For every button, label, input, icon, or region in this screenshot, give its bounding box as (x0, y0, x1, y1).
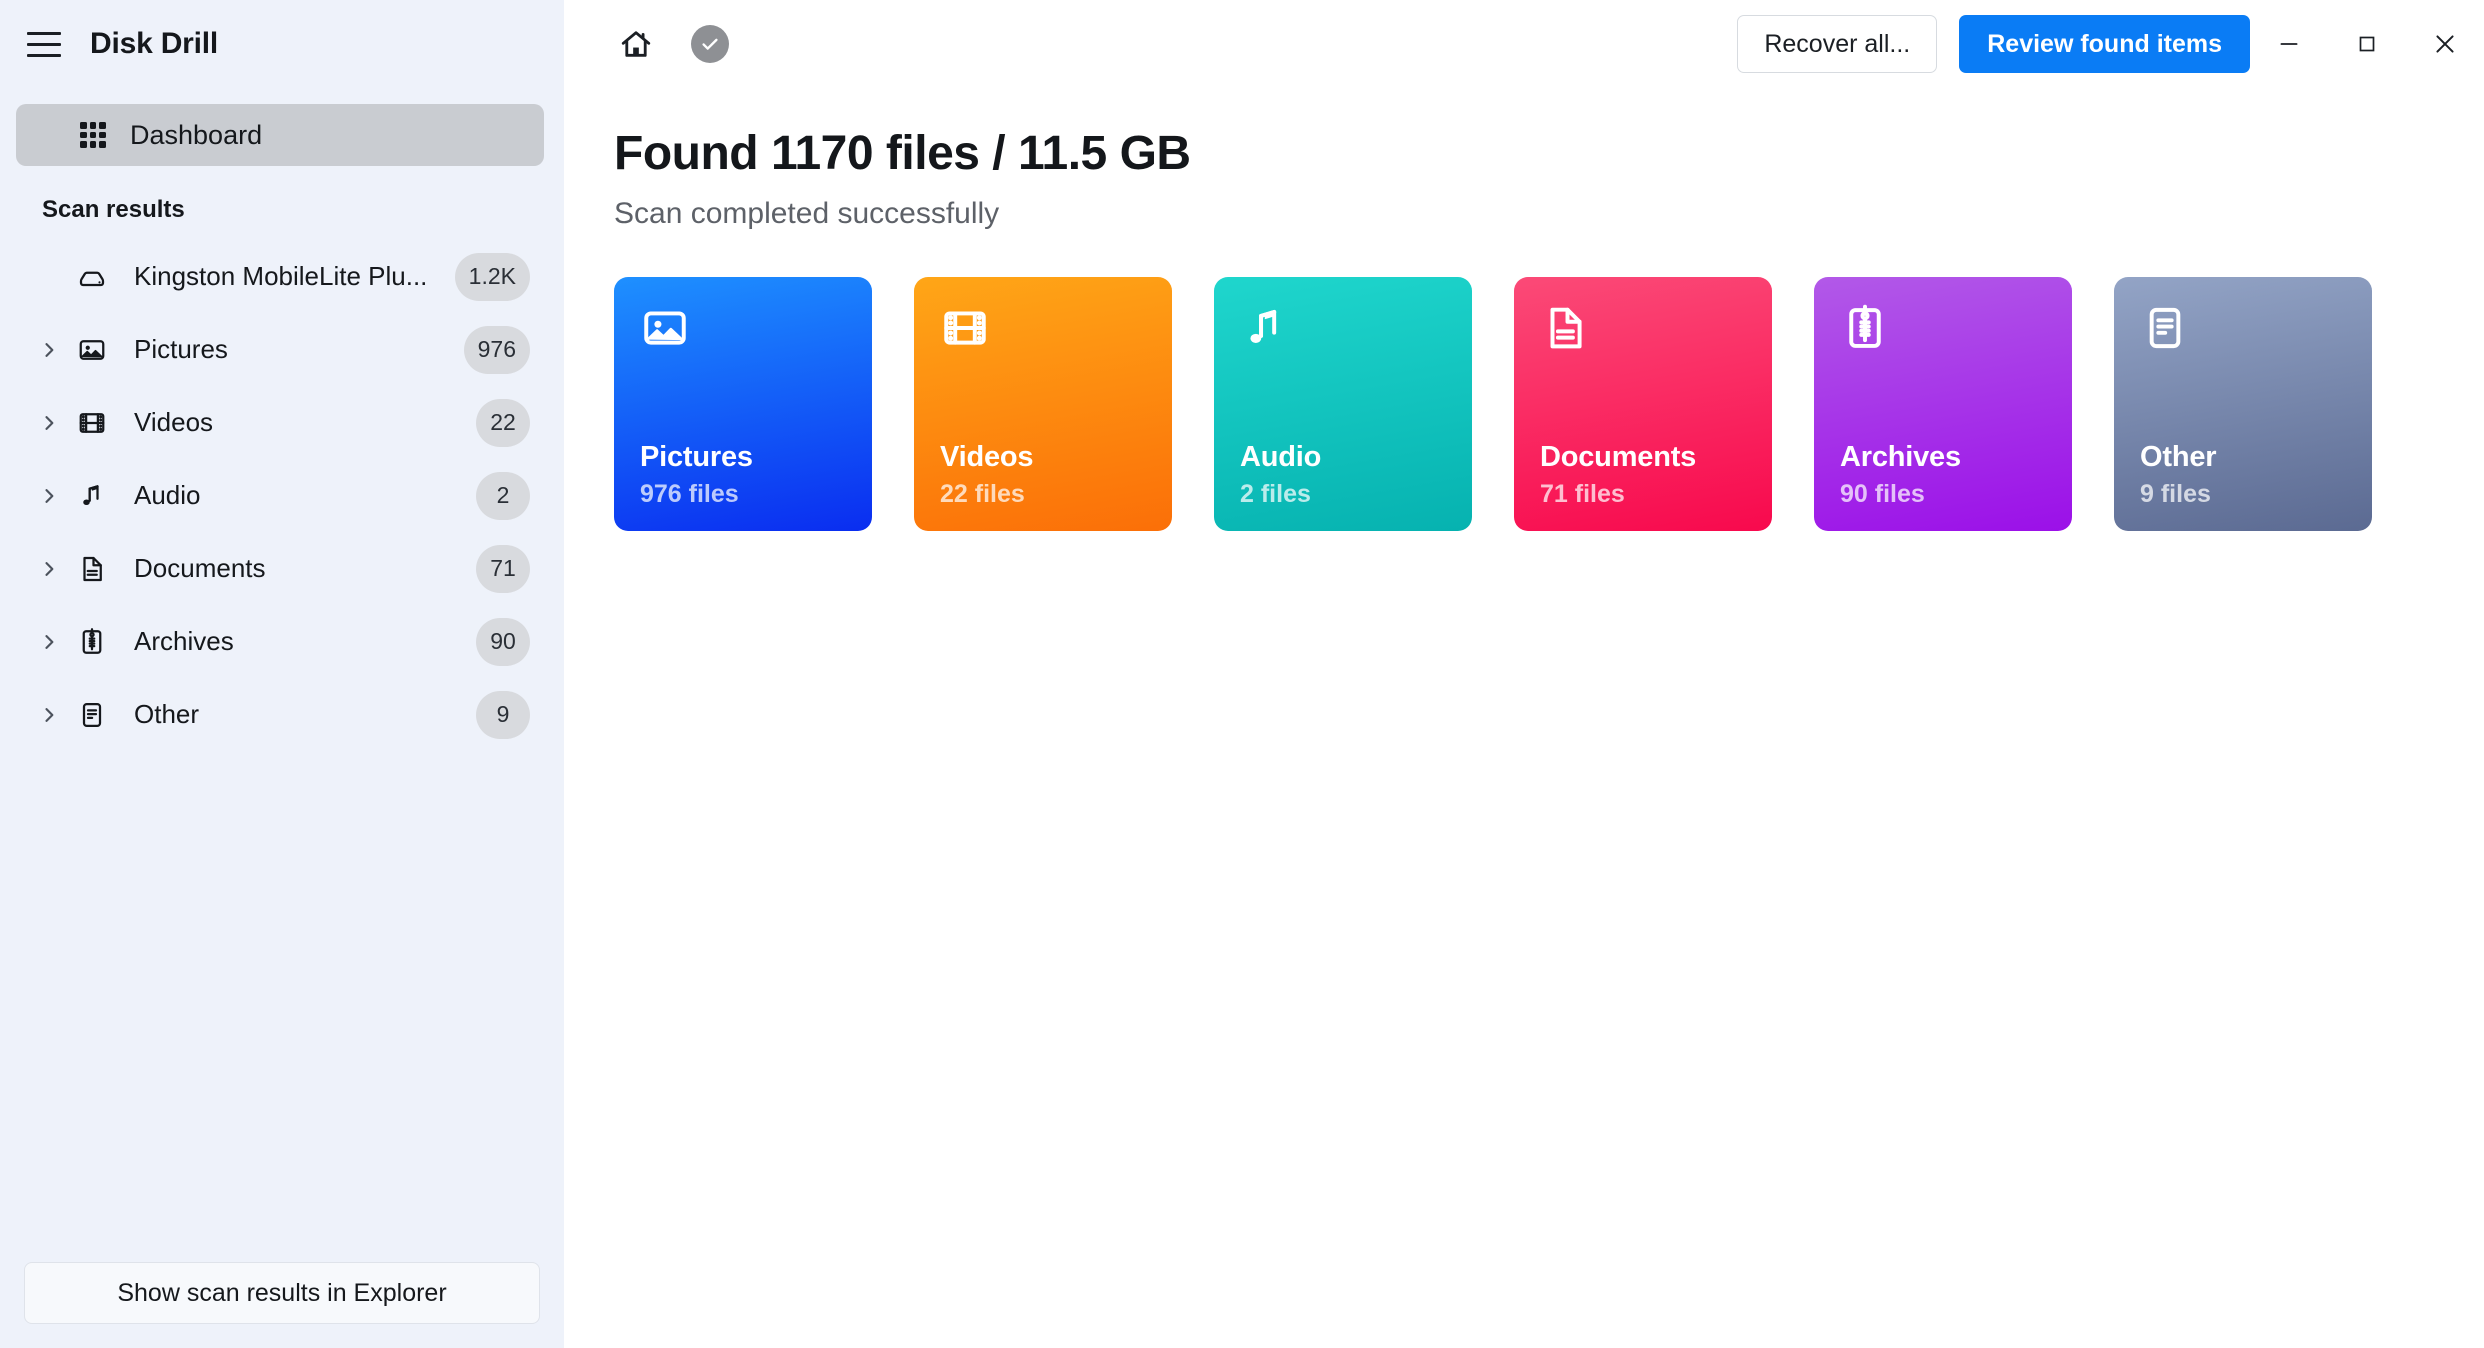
card-title: Pictures (640, 440, 753, 473)
dashboard-panel: Found 1170 files / 11.5 GB Scan complete… (564, 88, 2484, 531)
card-file-count: 9 files (2140, 479, 2211, 508)
check-circle-icon (691, 25, 729, 63)
sidebar-item-label: Other (134, 699, 200, 729)
card-title: Videos (940, 440, 1034, 473)
sidebar-item-audio[interactable]: Audio 2 (0, 459, 564, 532)
item-count-badge: 976 (463, 325, 530, 374)
item-count-badge: 71 (476, 544, 530, 593)
category-card-audio[interactable]: Audio 2 files (1214, 276, 1472, 531)
card-spacer (1840, 357, 2072, 441)
page-title: Found 1170 files / 11.5 GB (614, 127, 1191, 180)
toolbar-right: Recover all... Review found items (1737, 11, 2484, 77)
category-card-archives[interactable]: Archives 90 files (1814, 276, 2072, 531)
item-count-badge: 22 (476, 398, 530, 447)
film-icon (940, 303, 994, 357)
card-file-count: 71 files (1540, 479, 1625, 508)
item-count-badge: 9 (476, 690, 530, 739)
image-icon (70, 335, 114, 365)
chevron-right-icon[interactable] (36, 705, 62, 725)
card-file-count: 976 files (640, 479, 739, 508)
hamburger-icon[interactable] (24, 24, 64, 64)
category-card-grid: Pictures 976 files Videos 22 files Audio 2 fi… (614, 276, 2484, 531)
sidebar-item-label: Pictures (134, 334, 228, 364)
recover-all-button[interactable]: Recover all... (1737, 15, 1938, 73)
show-in-explorer-button[interactable]: Show scan results in Explorer (24, 1262, 540, 1324)
sidebar-item-label: Dashboard (130, 119, 263, 150)
chevron-right-icon[interactable] (36, 486, 62, 506)
disk-icon (70, 262, 114, 292)
grid-icon (80, 122, 106, 148)
category-card-other[interactable]: Other 9 files (2114, 276, 2372, 531)
review-found-items-button[interactable]: Review found items (1959, 15, 2250, 73)
scan-results-tree: Kingston MobileLite Plu... 1.2K Pictures 97… (0, 240, 564, 751)
category-card-pictures[interactable]: Pictures 976 files (614, 276, 872, 531)
scan-results-heading: Scan results (42, 196, 185, 223)
item-count-badge: 2 (476, 471, 530, 520)
card-file-count: 2 files (1240, 479, 1311, 508)
card-spacer (940, 357, 1172, 441)
minimize-button[interactable] (2250, 11, 2328, 77)
card-file-count: 90 files (1840, 479, 1925, 508)
item-count-badge: 90 (476, 617, 530, 666)
card-spacer (1540, 357, 1772, 441)
film-icon (70, 408, 114, 438)
file-lines-icon (2140, 303, 2194, 357)
card-spacer (2140, 357, 2372, 441)
music-note-icon (1240, 303, 1294, 357)
scan-status-icon-wrap[interactable] (688, 22, 732, 66)
close-button[interactable] (2406, 11, 2484, 77)
chevron-right-icon[interactable] (36, 632, 62, 652)
chevron-right-icon[interactable] (36, 559, 62, 579)
music-note-icon (70, 481, 114, 511)
main-content: Recover all... Review found items Found … (564, 0, 2484, 1348)
sidebar-item-other[interactable]: Other 9 (0, 678, 564, 751)
sidebar-item-label: Documents (134, 553, 266, 583)
page-subtitle: Scan completed successfully (614, 196, 1000, 230)
sidebar-item-videos[interactable]: Videos 22 (0, 386, 564, 459)
image-icon (640, 303, 694, 357)
card-spacer (640, 357, 872, 441)
sidebar: Disk Drill Dashboard Scan results Kingst… (0, 0, 564, 1348)
chevron-right-icon[interactable] (36, 413, 62, 433)
zip-icon (1840, 303, 1894, 357)
document-icon (1540, 303, 1594, 357)
sidebar-item-archives[interactable]: Archives 90 (0, 605, 564, 678)
sidebar-footer: Show scan results in Explorer (0, 1262, 564, 1348)
sidebar-header: Disk Drill (0, 0, 564, 88)
home-icon[interactable] (614, 22, 658, 66)
file-lines-icon (70, 700, 114, 730)
sidebar-item-pictures[interactable]: Pictures 976 (0, 313, 564, 386)
zip-icon (70, 627, 114, 657)
sidebar-item-label: Kingston MobileLite Plu... (134, 261, 428, 291)
maximize-button[interactable] (2328, 11, 2406, 77)
card-spacer (1240, 357, 1472, 441)
sidebar-item-kingston-mobilelite-plu[interactable]: Kingston MobileLite Plu... 1.2K (0, 240, 564, 313)
chevron-right-icon[interactable] (36, 340, 62, 360)
card-title: Documents (1540, 440, 1697, 473)
sidebar-item-label: Archives (134, 626, 234, 656)
sidebar-item-label: Videos (134, 407, 214, 437)
card-title: Audio (1240, 440, 1322, 473)
app-window: Disk Drill Dashboard Scan results Kingst… (0, 0, 2484, 1348)
card-file-count: 22 files (940, 479, 1025, 508)
card-title: Other (2140, 440, 2217, 473)
document-icon (70, 554, 114, 584)
toolbar: Recover all... Review found items (564, 0, 2484, 88)
category-card-videos[interactable]: Videos 22 files (914, 276, 1172, 531)
card-title: Archives (1840, 440, 1961, 473)
app-title: Disk Drill (90, 27, 219, 60)
item-count-badge: 1.2K (454, 252, 530, 301)
sidebar-item-dashboard[interactable]: Dashboard (16, 104, 544, 166)
sidebar-item-label: Audio (134, 480, 201, 510)
sidebar-item-documents[interactable]: Documents 71 (0, 532, 564, 605)
category-card-documents[interactable]: Documents 71 files (1514, 276, 1772, 531)
